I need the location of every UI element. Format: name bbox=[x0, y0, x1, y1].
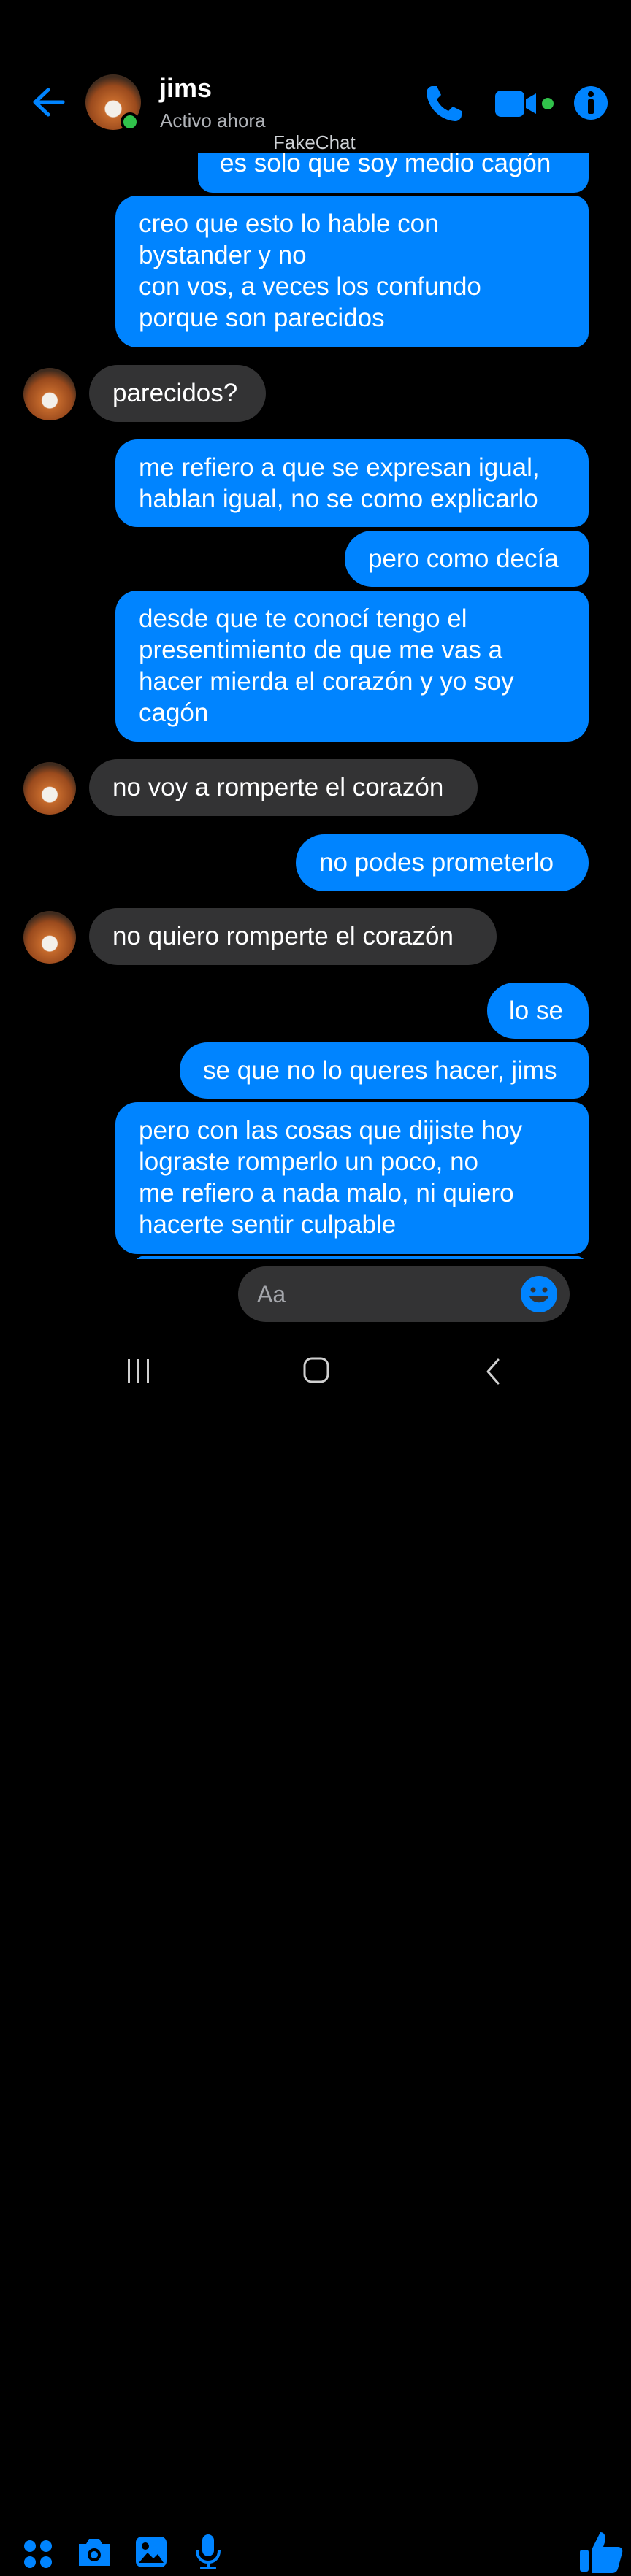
message-line: bystander y no bbox=[139, 241, 307, 269]
message-line: porque son parecidos bbox=[139, 304, 385, 332]
message-line: me refiero a nada malo, ni quiero bbox=[139, 1179, 514, 1207]
sent-message[interactable]: creo que esto lo hable con bystander y n… bbox=[115, 196, 589, 347]
gallery-icon[interactable] bbox=[134, 2535, 168, 2569]
apps-grid-icon[interactable] bbox=[22, 2538, 54, 2570]
message-line: no voy a romperte el corazón bbox=[112, 773, 444, 801]
message-line: pero como decía bbox=[368, 545, 559, 573]
received-message[interactable]: no quiero romperte el corazón bbox=[89, 908, 497, 965]
phone-icon[interactable] bbox=[422, 82, 466, 126]
thumbs-up-icon[interactable] bbox=[577, 2528, 625, 2576]
sent-message[interactable]: se que no lo queres hacer, jims bbox=[180, 1042, 589, 1099]
online-status-dot bbox=[121, 112, 139, 131]
sent-message[interactable]: desde que te conocí tengo el presentimie… bbox=[115, 591, 589, 742]
sent-message[interactable]: no podes prometerlo bbox=[296, 834, 589, 891]
message-line: me refiero a que se expresan igual, bbox=[139, 453, 540, 482]
message-line: creo que esto lo hable con bbox=[139, 209, 439, 238]
contact-avatar-small[interactable] bbox=[23, 368, 76, 420]
camera-icon[interactable] bbox=[76, 2535, 112, 2569]
message-line: hacerte sentir culpable bbox=[139, 1210, 397, 1239]
message-input-placeholder: Aa bbox=[257, 1281, 286, 1307]
message-line: lo se bbox=[509, 996, 563, 1025]
message-line: se que no lo queres hacer, jims bbox=[203, 1056, 557, 1085]
message-line: cagón bbox=[139, 699, 209, 727]
recents-icon[interactable] bbox=[124, 1358, 153, 1384]
chat-header: jims Activo ahora bbox=[0, 0, 631, 153]
message-line: hacer mierda el corazón y yo soy bbox=[139, 667, 514, 696]
back-icon[interactable] bbox=[482, 1357, 504, 1386]
message-line: hablan igual, no se como explicarlo bbox=[139, 485, 538, 513]
emoji-icon[interactable] bbox=[520, 1275, 558, 1313]
message-line: pero con las cosas que dijiste hoy bbox=[139, 1116, 523, 1145]
contact-avatar-small[interactable] bbox=[23, 762, 76, 815]
video-call-icon[interactable] bbox=[494, 86, 559, 123]
message-line: no podes prometerlo bbox=[319, 848, 554, 877]
message-line: presentimiento de que me vas a bbox=[139, 636, 503, 664]
info-icon[interactable] bbox=[573, 85, 609, 121]
message-line: con vos, a veces los confundo bbox=[139, 272, 481, 301]
message-line: lograste romperlo un poco, no bbox=[139, 1147, 478, 1176]
received-message[interactable]: no voy a romperte el corazón bbox=[89, 759, 478, 816]
message-line: parecidos? bbox=[112, 379, 238, 407]
message-line: desde que te conocí tengo el bbox=[139, 604, 467, 633]
system-navigation-bar bbox=[0, 1339, 631, 1402]
contact-avatar-small[interactable] bbox=[23, 911, 76, 964]
sent-message[interactable]: pero con las cosas que dijiste hoy logra… bbox=[115, 1102, 589, 1254]
fakechat-watermark: FakeChat bbox=[273, 131, 356, 153]
message-line: no quiero romperte el corazón bbox=[112, 922, 454, 950]
contact-status: Activo ahora bbox=[160, 109, 266, 131]
sent-message[interactable]: me refiero a que se expresan igual, habl… bbox=[115, 439, 589, 527]
back-arrow-icon[interactable] bbox=[29, 84, 66, 120]
home-icon[interactable] bbox=[302, 1356, 331, 1385]
sent-message[interactable]: pero como decía bbox=[345, 531, 589, 587]
sent-message[interactable]: lo se bbox=[487, 983, 589, 1039]
received-message[interactable]: parecidos? bbox=[89, 365, 266, 422]
microphone-icon[interactable] bbox=[194, 2533, 222, 2571]
contact-name[interactable]: jims bbox=[159, 73, 212, 104]
